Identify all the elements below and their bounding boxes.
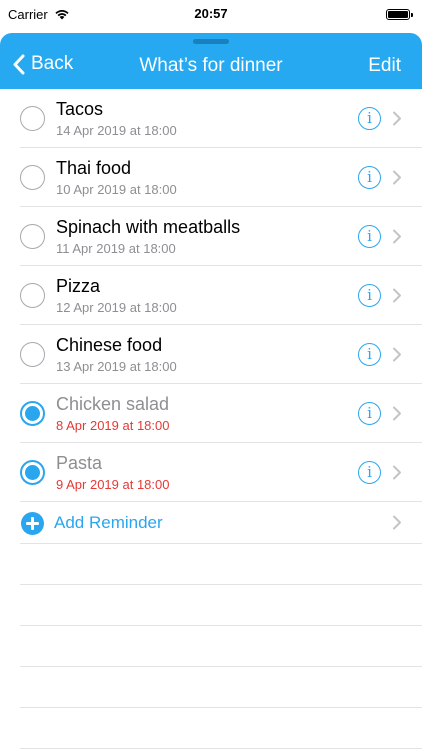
battery-icon <box>386 8 413 20</box>
reminder-date: 8 Apr 2019 at 18:00 <box>56 418 170 433</box>
reminder-date: 14 Apr 2019 at 18:00 <box>56 123 177 138</box>
info-icon[interactable]: i <box>358 343 381 366</box>
reminder-row[interactable]: Thai food 10 Apr 2019 at 18:00 i <box>0 148 422 207</box>
reminder-row[interactable]: Tacos 14 Apr 2019 at 18:00 i <box>0 89 422 148</box>
info-icon[interactable]: i <box>358 284 381 307</box>
empty-row <box>0 544 422 585</box>
reminder-title: Tacos <box>56 99 104 119</box>
info-icon[interactable]: i <box>358 107 381 130</box>
empty-row <box>0 626 422 667</box>
checkmark-dot-icon <box>25 406 40 421</box>
checkbox[interactable] <box>20 106 45 131</box>
reminder-row[interactable]: Chinese food 13 Apr 2019 at 18:00 i <box>0 325 422 384</box>
checkbox[interactable] <box>20 342 45 367</box>
sheet-grabber-handle[interactable] <box>193 39 229 44</box>
add-reminder-row[interactable]: Add Reminder <box>0 502 422 544</box>
navigation-bar: Back What’s for dinner Edit <box>0 33 422 89</box>
reminders-sheet: Back What’s for dinner Edit Tacos 14 Apr … <box>0 33 422 750</box>
reminder-title: Pizza <box>56 276 101 296</box>
reminder-title: Thai food <box>56 158 132 178</box>
reminder-list: Tacos 14 Apr 2019 at 18:00 i Thai food 10 Ap… <box>0 89 422 502</box>
add-reminder-label[interactable]: Add Reminder <box>54 513 163 533</box>
reminder-row[interactable]: Spinach with meatballs 11 Apr 2019 at 18:… <box>0 207 422 266</box>
add-circle-icon[interactable] <box>21 512 44 535</box>
reminder-date: 13 Apr 2019 at 18:00 <box>56 359 177 374</box>
chevron-right-icon <box>393 465 401 480</box>
reminder-row[interactable]: Chicken salad 8 Apr 2019 at 18:00 i <box>0 384 422 443</box>
page-title: What’s for dinner <box>139 55 283 76</box>
completed-checkbox[interactable] <box>20 460 45 485</box>
info-icon[interactable]: i <box>358 461 381 484</box>
chevron-right-icon <box>393 288 401 303</box>
carrier-label: Carrier <box>8 6 48 22</box>
checkbox[interactable] <box>20 165 45 190</box>
reminder-title: Spinach with meatballs <box>56 217 241 237</box>
reminder-title: Chicken salad <box>56 394 170 414</box>
reminder-date: 10 Apr 2019 at 18:00 <box>56 182 177 197</box>
status-bar: Carrier 20:57 <box>0 0 422 28</box>
edit-button[interactable]: Edit <box>368 55 401 77</box>
reminder-row[interactable]: Pizza 12 Apr 2019 at 18:00 i <box>0 266 422 325</box>
reminder-date: 9 Apr 2019 at 18:00 <box>56 477 170 492</box>
info-icon[interactable]: i <box>358 166 381 189</box>
chevron-right-icon <box>393 170 401 185</box>
completed-checkbox[interactable] <box>20 401 45 426</box>
chevron-right-icon <box>393 229 401 244</box>
chevron-right-icon <box>393 515 401 530</box>
checkmark-dot-icon <box>25 465 40 480</box>
wifi-icon <box>55 10 69 20</box>
info-icon[interactable]: i <box>358 225 381 248</box>
checkbox[interactable] <box>20 224 45 249</box>
empty-row <box>0 708 422 749</box>
reminder-title: Chinese food <box>56 335 163 355</box>
chevron-right-icon <box>393 406 401 421</box>
checkbox[interactable] <box>20 283 45 308</box>
reminder-date: 11 Apr 2019 at 18:00 <box>56 241 176 256</box>
info-icon[interactable]: i <box>358 402 381 425</box>
status-left: Carrier <box>8 7 70 22</box>
reminder-date: 12 Apr 2019 at 18:00 <box>56 300 177 315</box>
chevron-right-icon <box>393 347 401 362</box>
empty-row <box>0 667 422 708</box>
reminder-title: Pasta <box>56 453 103 473</box>
chevron-right-icon <box>393 111 401 126</box>
empty-row <box>0 585 422 626</box>
reminder-row[interactable]: Pasta 9 Apr 2019 at 18:00 i <box>0 443 422 502</box>
